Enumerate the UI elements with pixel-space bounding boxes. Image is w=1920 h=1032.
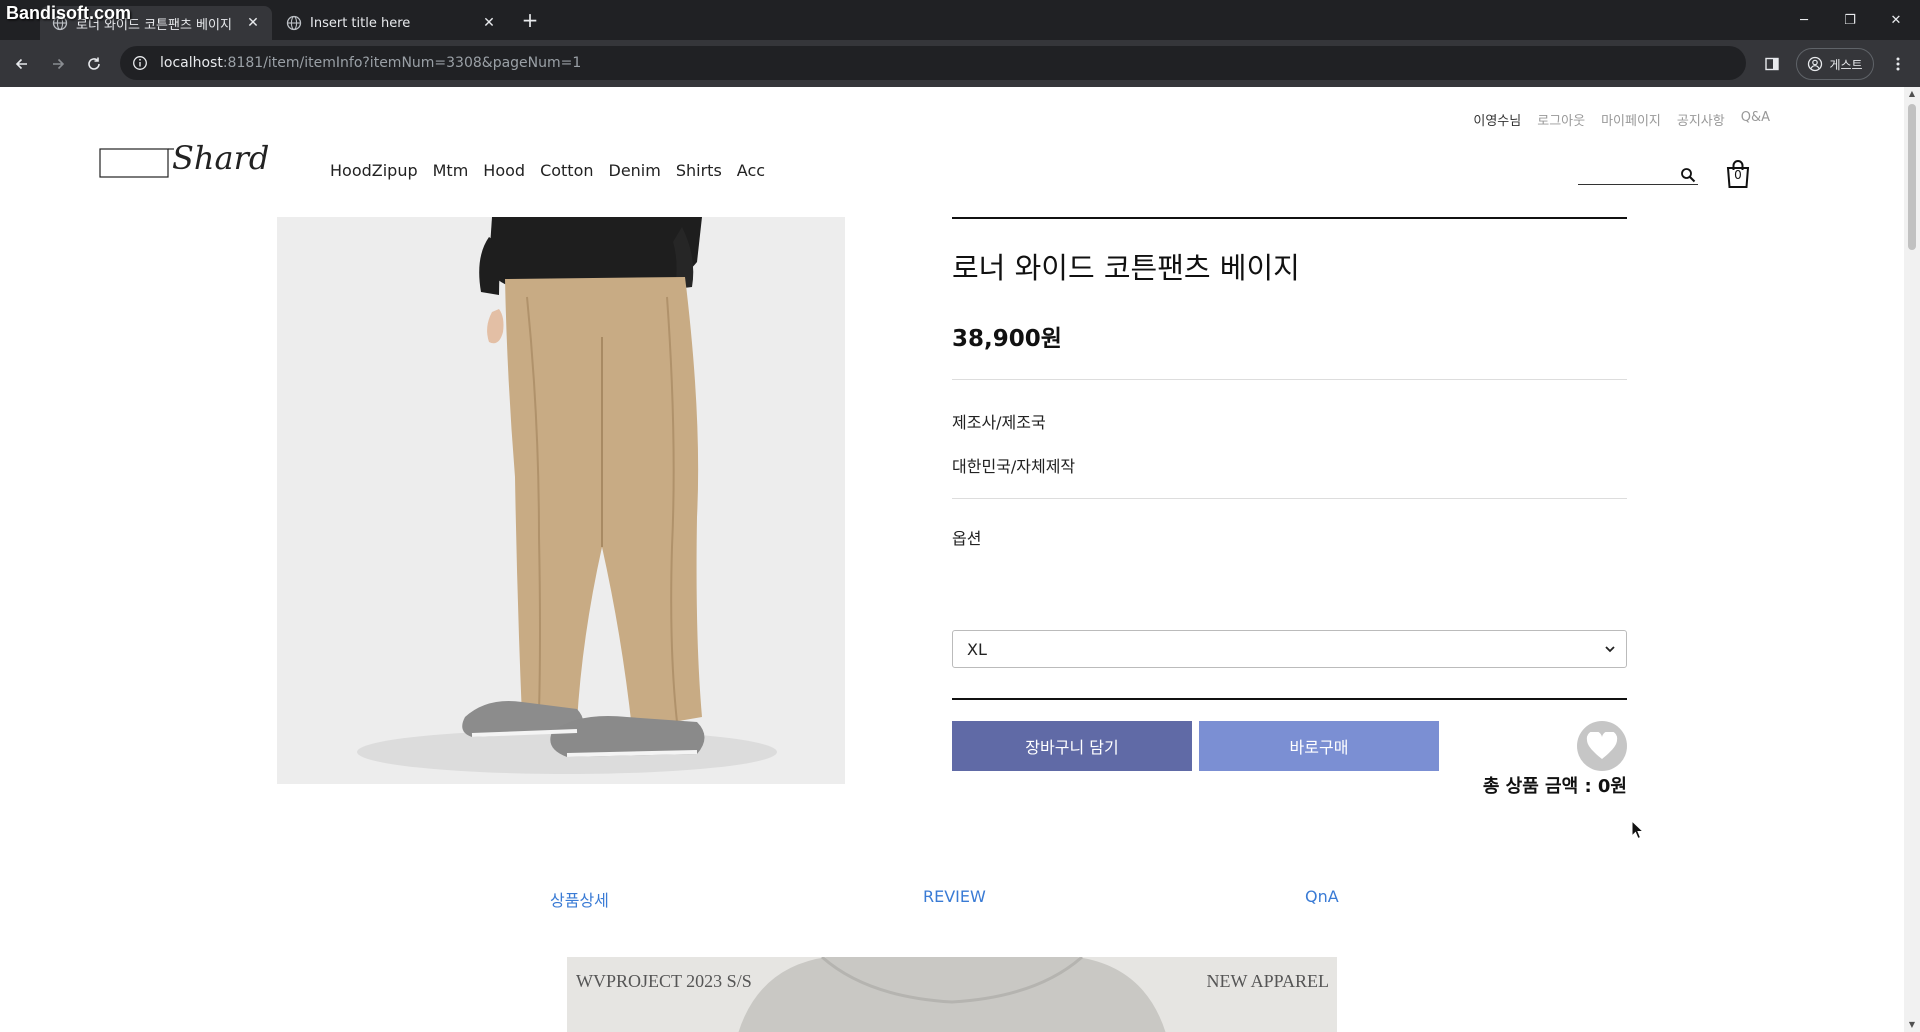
divider: [952, 379, 1627, 380]
scroll-up-icon[interactable]: ▲: [1908, 90, 1916, 98]
heart-icon: [1586, 732, 1618, 759]
logout-link[interactable]: 로그아웃: [1537, 110, 1585, 129]
url-host: localhost: [160, 55, 223, 71]
kebab-menu-icon[interactable]: [1886, 52, 1910, 76]
new-tab-button[interactable]: +: [518, 8, 542, 32]
logo-text: Shard: [172, 139, 270, 177]
notice-link[interactable]: 공지사항: [1677, 110, 1725, 129]
banner-right-text: NEW APPAREL: [1206, 971, 1329, 991]
tab-review[interactable]: REVIEW: [923, 887, 986, 906]
nav-item-hood[interactable]: Hood: [483, 161, 525, 180]
add-to-cart-button[interactable]: 장바구니 담기: [952, 721, 1192, 771]
nav-item-hoodzipup[interactable]: HoodZipup: [330, 161, 418, 180]
manufacturer-label: 제조사/제조국: [952, 413, 1046, 432]
back-icon[interactable]: [8, 50, 36, 78]
minimize-button[interactable]: ─: [1792, 8, 1816, 32]
tab-insert-title[interactable]: Insert title here ✕: [276, 6, 508, 40]
product-image: [277, 217, 845, 784]
scrollbar-thumb[interactable]: [1908, 104, 1916, 250]
divider: [952, 498, 1627, 499]
watermark: Bandisoft.com: [6, 3, 132, 23]
browser-toolbar: localhost:8181/item/itemInfo?itemNum=330…: [0, 40, 1920, 87]
detail-banner-image: WVPROJECT 2023 S/S NEW APPAREL: [567, 957, 1337, 1032]
top-links: 이영수님 로그아웃 마이페이지 공지사항 Q&A: [1473, 110, 1770, 129]
tab-close-icon[interactable]: ✕: [242, 12, 264, 34]
search-icon[interactable]: [1680, 167, 1696, 183]
option-selected: XL: [967, 639, 987, 659]
page-viewport: 이영수님 로그아웃 마이페이지 공지사항 Q&A Shard HoodZipup…: [0, 87, 1904, 1032]
person-icon: [1808, 56, 1823, 72]
option-select[interactable]: XL: [952, 630, 1627, 668]
nav-item-shirts[interactable]: Shirts: [676, 161, 722, 180]
shard-logo[interactable]: Shard: [98, 139, 269, 181]
tab-product-detail[interactable]: 상품상세: [550, 887, 609, 911]
banner-left-text: WVPROJECT 2023 S/S: [576, 971, 752, 991]
nav-item-cotton[interactable]: Cotton: [540, 161, 593, 180]
divider: [952, 698, 1627, 700]
mypage-link[interactable]: 마이페이지: [1601, 110, 1661, 129]
globe-icon: [286, 15, 302, 31]
browser-tabstrip: 로너 와이드 코튼팬츠 베이지 ✕ Insert title here ✕ + …: [0, 0, 1920, 40]
buy-now-button[interactable]: 바로구매: [1199, 721, 1439, 771]
product-price: 38,900원: [952, 326, 1062, 352]
nav-item-acc[interactable]: Acc: [737, 161, 765, 180]
reload-icon[interactable]: [80, 50, 108, 78]
profile-button[interactable]: 게스트: [1796, 48, 1874, 80]
total-price: 총 상품 금액 : 0원: [1482, 776, 1627, 797]
close-window-button[interactable]: ✕: [1884, 8, 1908, 32]
tab-close-icon[interactable]: ✕: [478, 12, 500, 34]
search-input[interactable]: [1578, 163, 1698, 185]
nav-item-mtm[interactable]: Mtm: [433, 161, 469, 180]
divider: [952, 217, 1627, 219]
side-panel-icon[interactable]: [1760, 52, 1784, 76]
option-label: 옵션: [952, 529, 982, 548]
mouse-cursor-icon: [1631, 820, 1645, 840]
profile-label: 게스트: [1829, 57, 1863, 72]
qna-link[interactable]: Q&A: [1741, 110, 1770, 129]
address-bar[interactable]: localhost:8181/item/itemInfo?itemNum=330…: [120, 46, 1746, 80]
tab-title: Insert title here: [310, 15, 411, 31]
chevron-down-icon: [1605, 646, 1615, 653]
manufacturer-value: 대한민국/자체제작: [952, 457, 1076, 476]
forward-icon[interactable]: [44, 50, 72, 78]
tab-qna[interactable]: QnA: [1305, 887, 1339, 906]
product-name: 로너 와이드 코튼팬츠 베이지: [952, 251, 1300, 285]
vertical-scrollbar[interactable]: ▲ ▼: [1904, 87, 1920, 1032]
cart-count: 0: [1734, 168, 1742, 182]
user-name-link[interactable]: 이영수님: [1473, 110, 1521, 129]
like-button[interactable]: [1577, 721, 1627, 771]
main-nav: HoodZipup Mtm Hood Cotton Denim Shirts A…: [330, 161, 765, 180]
restore-button[interactable]: ❐: [1838, 8, 1862, 32]
nav-item-denim[interactable]: Denim: [609, 161, 661, 180]
url-path: :8181/item/itemInfo?itemNum=3308&pageNum…: [222, 55, 582, 71]
scroll-down-icon[interactable]: ▼: [1908, 1021, 1916, 1029]
site-info-icon[interactable]: [132, 55, 148, 71]
